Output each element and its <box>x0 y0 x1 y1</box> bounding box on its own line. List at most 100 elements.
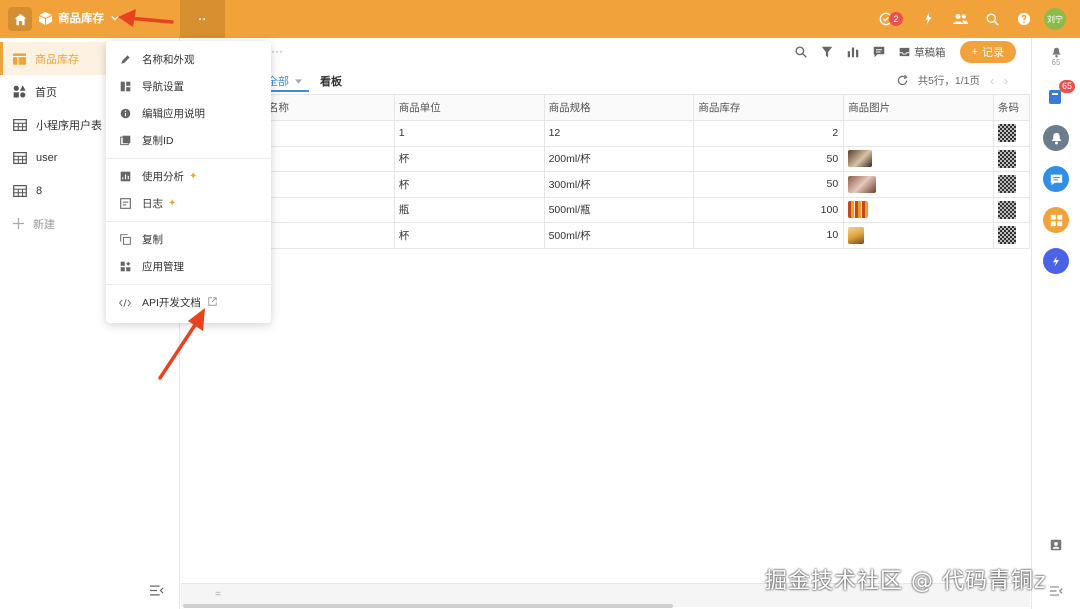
cell-stock[interactable]: 10 <box>693 222 845 249</box>
help-button[interactable] <box>1008 0 1040 38</box>
next-page-button[interactable]: › <box>1004 74 1008 88</box>
table-row[interactable]: 杯 200ml/杯 50 <box>181 145 1031 172</box>
members-button[interactable] <box>944 0 976 38</box>
product-thumbnail[interactable] <box>848 226 865 244</box>
cell-image[interactable] <box>843 171 994 198</box>
column-header[interactable]: 商品单位 <box>393 94 545 121</box>
cell-barcode[interactable] <box>992 196 1031 223</box>
menu-item-copy-id[interactable]: 复制ID <box>106 127 271 154</box>
cell-spec[interactable]: 200ml/杯 <box>543 145 695 172</box>
cell-unit[interactable]: 杯 <box>393 145 545 172</box>
magic-icon <box>925 12 932 26</box>
discussion-button[interactable] <box>869 42 889 62</box>
filter-button[interactable] <box>817 42 837 62</box>
qr-code-icon <box>997 200 1016 219</box>
menu-item-edit-description[interactable]: 编辑应用说明 <box>106 100 271 127</box>
menu-item-app-management[interactable]: 应用管理 <box>106 253 271 280</box>
table-view-icon <box>13 52 26 65</box>
cell-image[interactable] <box>843 222 994 249</box>
avatar[interactable]: 刘宁 <box>1044 8 1066 30</box>
drafts-button[interactable]: 草稿箱 <box>899 45 946 60</box>
menu-item-usage-analysis[interactable]: 使用分析 ✦ <box>106 163 271 190</box>
cell-spec[interactable]: 500ml/杯 <box>543 222 695 249</box>
menu-item-api-docs[interactable]: API开发文档 <box>106 289 271 316</box>
table-icon <box>13 118 27 131</box>
table-row[interactable]: 瓶 500ml/瓶 100 <box>181 196 1031 223</box>
menu-item-label: 编辑应用说明 <box>142 108 205 120</box>
external-link-icon <box>208 296 217 309</box>
reminder-button[interactable] <box>1043 125 1069 151</box>
app-center-button[interactable] <box>1043 207 1069 233</box>
notification-button[interactable]: 65 <box>1043 44 1069 70</box>
statistics-button[interactable] <box>843 42 863 62</box>
qr-code-icon <box>997 175 1016 194</box>
menu-item-label: 复制 <box>142 234 163 246</box>
sidebar-item-label: user <box>36 151 58 164</box>
summary-toggle-icon[interactable]: = <box>215 589 221 600</box>
global-search-button[interactable] <box>976 0 1008 38</box>
table-row[interactable]: 杯 500ml/杯 10 <box>181 222 1031 249</box>
cell-barcode[interactable] <box>992 171 1031 198</box>
product-thumbnail[interactable] <box>848 201 869 219</box>
table-row[interactable]: 杯 300ml/杯 50 <box>181 171 1031 198</box>
notify-count: 65 <box>1051 58 1061 67</box>
search-icon <box>795 46 807 58</box>
main-content: ··· 草稿箱 + 记录 全部 看板 共5行，1/1页 ‹ › 名称 商品单位 … <box>181 38 1031 609</box>
prev-page-button[interactable]: ‹ <box>990 74 994 88</box>
menu-item-name-appearance[interactable]: 名称和外观 <box>106 46 271 73</box>
cell-unit[interactable]: 杯 <box>393 171 545 198</box>
column-header[interactable]: 商品库存 <box>693 94 845 121</box>
table-icon <box>13 151 27 164</box>
id-icon <box>119 135 131 147</box>
cell-barcode[interactable] <box>992 145 1031 172</box>
cell-spec[interactable]: 300ml/杯 <box>543 171 695 198</box>
top-bar: 商品库存 ·· 2 刘宁 <box>0 0 1080 38</box>
messages-button[interactable] <box>1043 166 1069 192</box>
cell-unit[interactable]: 瓶 <box>393 196 545 223</box>
tab-all[interactable]: 全部 <box>267 73 302 89</box>
menu-item-label: 名称和外观 <box>142 54 195 66</box>
search-records-button[interactable] <box>791 42 811 62</box>
cell-spec[interactable]: 12 <box>543 120 695 147</box>
home-button[interactable] <box>8 7 32 31</box>
more-button[interactable]: ·· <box>180 0 225 38</box>
cell-stock[interactable]: 100 <box>693 196 845 223</box>
cell-barcode[interactable] <box>992 120 1031 147</box>
scrollbar-thumb[interactable] <box>183 604 673 608</box>
column-header[interactable]: 商品规格 <box>543 94 695 121</box>
tab-board[interactable]: 看板 <box>320 73 342 89</box>
bell-icon <box>1051 132 1061 144</box>
automation-button[interactable] <box>912 0 944 38</box>
sidebar-item-label: 首页 <box>35 86 57 99</box>
qr-code-icon <box>997 226 1016 245</box>
cell-stock[interactable]: 50 <box>693 145 845 172</box>
cell-barcode[interactable] <box>992 222 1031 249</box>
collapse-sidebar-button[interactable] <box>150 585 164 599</box>
menu-item-navigation[interactable]: 导航设置 <box>106 73 271 100</box>
cell-image[interactable] <box>843 120 994 147</box>
add-record-button[interactable]: + 记录 <box>959 41 1016 63</box>
menu-item-logs[interactable]: 日志 ✦ <box>106 190 271 217</box>
product-thumbnail[interactable] <box>848 175 877 193</box>
table-row[interactable]: 1 12 2 <box>181 120 1031 147</box>
refresh-icon[interactable] <box>897 75 908 86</box>
todo-button[interactable]: 2 <box>870 0 903 38</box>
pager: 共5行，1/1页 ‹ › <box>897 73 1008 88</box>
workflow-button[interactable] <box>1043 248 1069 274</box>
cell-unit[interactable]: 杯 <box>393 222 545 249</box>
column-header[interactable]: 条码 <box>992 94 1031 121</box>
cell-image[interactable] <box>843 145 994 172</box>
menu-separator <box>106 284 271 285</box>
cell-image[interactable] <box>843 196 994 223</box>
column-header[interactable]: 商品图片 <box>843 94 994 121</box>
app-title-dropdown[interactable]: 商品库存 <box>38 10 119 26</box>
cell-spec[interactable]: 500ml/瓶 <box>543 196 695 223</box>
view-more-button[interactable]: ··· <box>271 44 283 58</box>
product-thumbnail[interactable] <box>848 150 873 168</box>
cell-stock[interactable]: 50 <box>693 171 845 198</box>
cell-unit[interactable]: 1 <box>393 120 545 147</box>
cell-stock[interactable]: 2 <box>693 120 845 147</box>
menu-item-duplicate[interactable]: 复制 <box>106 226 271 253</box>
contacts-button[interactable] <box>1043 532 1069 558</box>
collapse-icon <box>1049 586 1063 596</box>
